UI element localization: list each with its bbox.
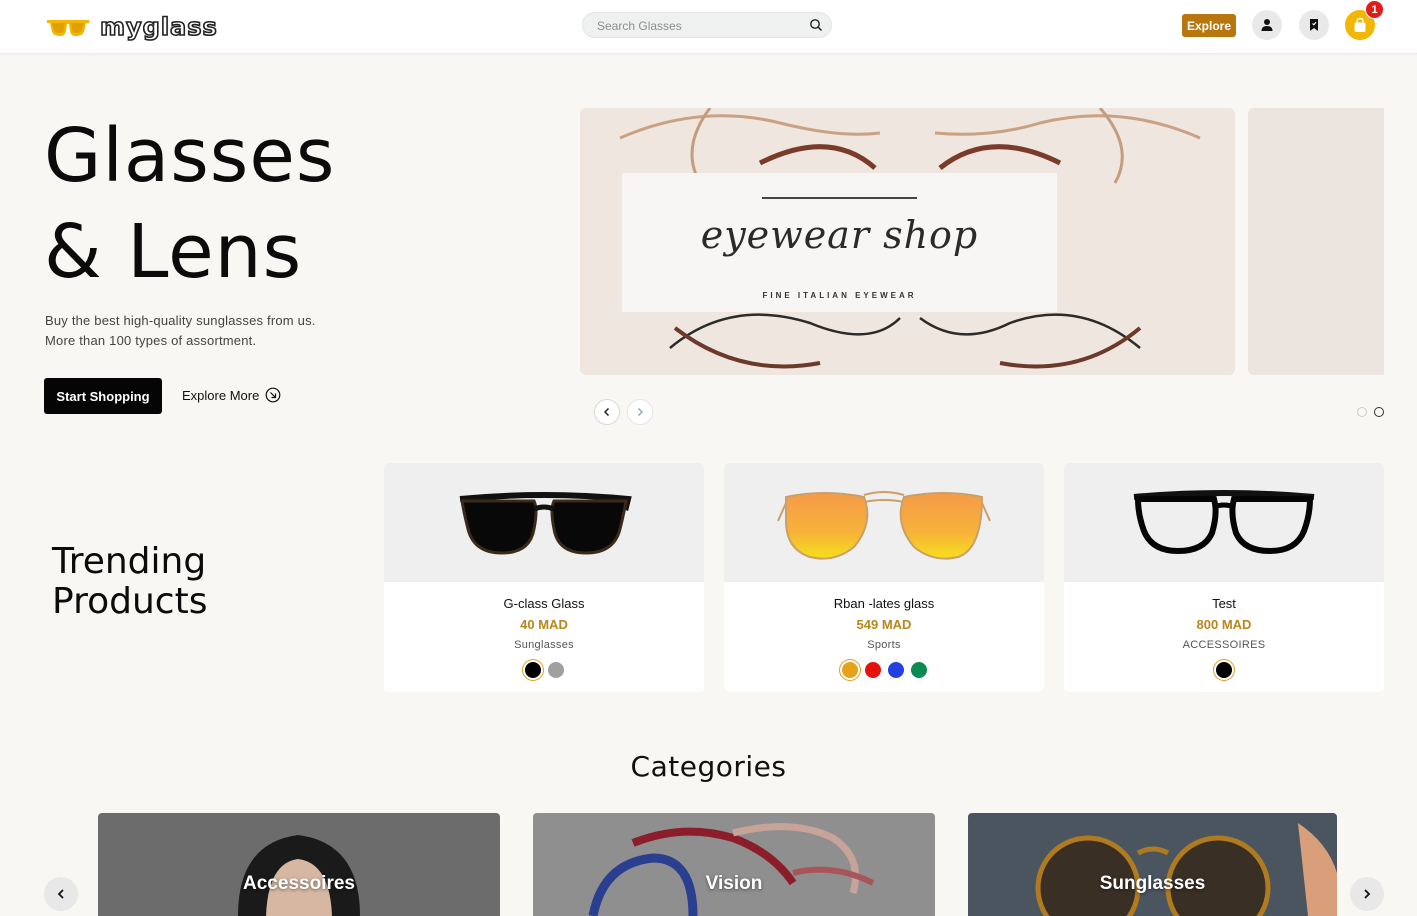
black-frame-glasses-image <box>1133 490 1315 555</box>
search-bar <box>582 12 832 38</box>
user-icon <box>1261 19 1273 31</box>
round-sunglasses-image <box>1035 823 1337 916</box>
category-label: Vision <box>705 873 763 894</box>
color-swatch-orange[interactable] <box>841 662 858 678</box>
color-swatch-green[interactable] <box>910 662 927 678</box>
aviator-sunglasses-image <box>777 491 991 560</box>
slide-sign: eyewear shop FINE ITALIAN EYEWEAR <box>622 173 1057 312</box>
hero-title-line-1: Glasses <box>44 113 336 199</box>
product-card[interactable]: Test 800 MAD ACCESSOIRES <box>1064 463 1384 692</box>
color-swatches <box>1064 662 1384 678</box>
product-card[interactable]: Rban -lates glass 549 MAD Sports <box>724 463 1044 692</box>
product-price: 800 MAD <box>1196 617 1252 632</box>
product-card[interactable]: G-class Glass 40 MAD Sunglasses <box>384 463 704 692</box>
trending-title-line-1: Trending <box>52 541 207 582</box>
category-card-sunglasses[interactable]: Sunglasses <box>968 813 1337 916</box>
carousel-prev-button[interactable] <box>594 399 620 425</box>
hero-subtitle: Buy the best high-quality sunglasses fro… <box>45 311 316 351</box>
sign-divider <box>762 197 917 199</box>
color-swatch-red[interactable] <box>864 662 881 678</box>
carousel-dot-2[interactable] <box>1374 407 1384 417</box>
explore-more-link[interactable]: Explore More <box>182 387 281 403</box>
category-card-accessoires[interactable]: Accessoires <box>98 813 500 916</box>
color-swatch-blue[interactable] <box>887 662 904 678</box>
color-swatch-black[interactable] <box>524 662 541 678</box>
hero-title-line-2: & Lens <box>44 209 303 295</box>
sunglasses-logo-icon <box>47 20 89 36</box>
brand-name: myglass <box>99 12 218 42</box>
chevron-right-icon <box>637 407 644 417</box>
hero-slide[interactable]: eyewear shop FINE ITALIAN EYEWEAR <box>580 108 1235 375</box>
chevron-right-icon <box>1364 889 1371 899</box>
product-category: Sports <box>867 639 901 651</box>
hero-title: Glasses & Lens <box>44 108 335 300</box>
black-sunglasses-image <box>459 492 632 555</box>
product-image <box>724 463 1044 582</box>
product-image <box>384 463 704 582</box>
slide-subtitle: FINE ITALIAN EYEWEAR <box>762 291 917 300</box>
carousel-next-button[interactable] <box>627 399 653 425</box>
color-swatch-black[interactable] <box>1216 662 1232 678</box>
start-shopping-button[interactable]: Start Shopping <box>44 378 162 414</box>
bookmarks-button[interactable] <box>1299 10 1329 40</box>
product-price: 40 MAD <box>520 617 568 632</box>
top-navbar: myglass Explore 1 <box>0 0 1417 54</box>
trending-title: Trending Products <box>52 542 207 622</box>
explore-more-label: Explore More <box>182 387 260 403</box>
shopping-bag-icon <box>1354 17 1366 32</box>
product-price: 549 MAD <box>856 617 912 632</box>
product-category: Sunglasses <box>514 639 574 651</box>
arrow-circle-icon <box>265 387 281 403</box>
color-swatch-gray[interactable] <box>547 662 564 678</box>
color-swatches <box>384 662 704 678</box>
product-name: Rban -lates glass <box>833 596 935 611</box>
trending-title-line-2: Products <box>52 581 208 622</box>
category-label: Accessoires <box>243 873 355 894</box>
brand-logo[interactable]: myglass <box>46 12 218 42</box>
slide-title: eyewear shop <box>700 213 979 257</box>
hero-subtitle-line-1: Buy the best high-quality sunglasses fro… <box>45 313 316 328</box>
search-icon[interactable] <box>809 18 823 32</box>
search-input[interactable] <box>597 17 797 35</box>
account-button[interactable] <box>1252 10 1282 40</box>
woman-portrait-image <box>238 835 360 916</box>
chevron-left-icon <box>603 407 610 417</box>
next-slide-preview[interactable] <box>1248 108 1384 375</box>
chevron-left-icon <box>57 889 64 899</box>
bookmark-icon <box>1310 19 1318 31</box>
categories-title: Categories <box>630 750 787 783</box>
product-image <box>1064 463 1384 582</box>
product-name: G-class Glass <box>503 596 585 611</box>
product-name: Test <box>1212 596 1236 611</box>
hero-subtitle-line-2: More than 100 types of assortment. <box>45 333 257 348</box>
carousel-dot-1[interactable] <box>1357 407 1367 417</box>
colored-frames-image <box>588 823 875 916</box>
color-swatches <box>724 662 1044 678</box>
category-card-vision[interactable]: Vision <box>533 813 935 916</box>
explore-button[interactable]: Explore <box>1182 14 1236 37</box>
categories-prev-button[interactable] <box>44 877 78 911</box>
category-label: Sunglasses <box>1099 873 1206 894</box>
product-category: ACCESSOIRES <box>1182 639 1266 651</box>
cart-count-badge: 1 <box>1365 0 1384 19</box>
categories-next-button[interactable] <box>1350 877 1384 911</box>
